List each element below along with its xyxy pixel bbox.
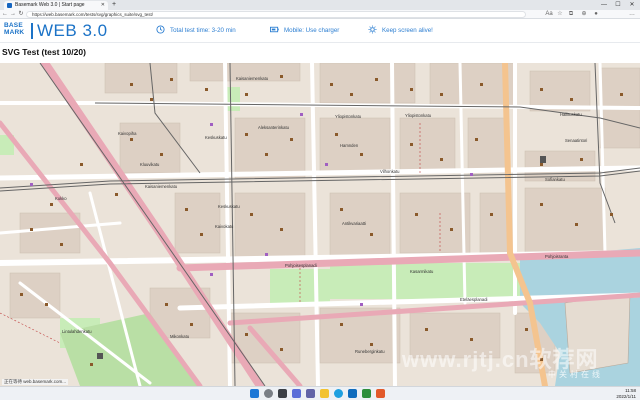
page-title: SVG Test (test 10/20) [2, 47, 86, 57]
street-label: Hallituskatu [560, 112, 582, 117]
search-icon[interactable] [264, 389, 273, 398]
street-label: Kaisaniemenkatu [145, 184, 178, 189]
logo-divider [31, 23, 33, 39]
street-label: Keskuskatu [205, 135, 227, 140]
new-tab-button[interactable]: + [112, 0, 116, 10]
read-aloud-icon[interactable]: Aa [545, 10, 553, 19]
browser-tab[interactable]: Basemark Web 3.0 | Start page ✕ [4, 1, 108, 10]
clock-date: 2022/1/11 [616, 394, 636, 399]
street-label: Vilhonkatu [380, 169, 400, 174]
taskbar: 11:58 2022/1/11 [0, 386, 640, 400]
start-button-icon[interactable] [250, 389, 259, 398]
store-icon[interactable] [348, 389, 357, 398]
charger-info: Mobile: Use charger [270, 25, 339, 37]
test-time-info: Total test time: 3-20 min [156, 25, 236, 37]
street-label: Sofiankatu [545, 177, 565, 182]
extensions-icon[interactable]: ⊕ [580, 10, 588, 19]
app-icon[interactable] [362, 389, 371, 398]
reload-button[interactable]: ↻ [17, 10, 25, 19]
street-label: Yliopistonkatu [405, 113, 432, 118]
profile-icon[interactable]: ● [592, 10, 600, 19]
street-label: Eteläesplanadi [460, 297, 488, 302]
widgets-icon[interactable] [292, 389, 301, 398]
city-map: Kaisaniemenkatu Yliopistonkatu Yliopisto… [0, 63, 640, 386]
tab-strip: Basemark Web 3.0 | Start page ✕ + — ☐ ✕ [0, 0, 640, 10]
street-label: Kaivopiha [118, 131, 137, 136]
back-button[interactable]: ← [1, 10, 9, 19]
street-label: Kaisaniemenkatu [236, 76, 269, 81]
minimize-button[interactable]: — [598, 0, 610, 10]
street-label: Kasarmikatu [410, 269, 434, 274]
battery-icon [270, 26, 279, 33]
forward-button[interactable]: → [9, 10, 17, 19]
file-explorer-icon[interactable] [320, 389, 329, 398]
street-label: Lintulahdenkatu [62, 329, 92, 334]
watermark-text: www.rjtj.cn软荐网 [402, 347, 599, 372]
app-icon[interactable] [376, 389, 385, 398]
chat-icon[interactable] [306, 389, 315, 398]
street-label: Pohjoisranta [545, 254, 569, 259]
edge-browser-icon[interactable] [334, 389, 343, 398]
street-label: Mikonkatu [170, 334, 190, 339]
basemark-logo: BASE MARK [4, 22, 30, 36]
product-logo: WEB 3.0 [37, 21, 108, 40]
tab-favicon-icon [7, 3, 12, 8]
screen-text: Keep screen alive! [382, 27, 433, 34]
charger-text: Mobile: Use charger [284, 27, 340, 34]
street-label: Kaivokatu [215, 224, 234, 229]
svg-map-canvas: Kaisaniemenkatu Yliopistonkatu Yliopisto… [0, 63, 640, 386]
logo-bottom-text: MARK [4, 29, 25, 36]
street-label: Hamnden [340, 143, 359, 148]
benchmark-header: BASE MARK WEB 3.0 Total test time: 3-20 … [0, 19, 640, 43]
street-label: Kluuvikatu [140, 162, 160, 167]
clock-icon [156, 25, 165, 34]
screen-info: Keep screen alive! [368, 25, 433, 37]
collections-icon[interactable]: ⧉ [567, 10, 575, 19]
url-input[interactable]: https://web.basemark.com/tests/svg/graph… [26, 11, 526, 18]
sun-icon [368, 25, 377, 34]
street-label: Pohjoisesplanadi [285, 263, 317, 268]
street-label: Aleksanterinkatu [258, 125, 290, 130]
address-bar-row: ← → ↻ https://web.basemark.com/tests/svg… [0, 10, 640, 19]
street-label: Keskuskatu [218, 204, 240, 209]
watermark-subtext: 中关村在线 [548, 370, 603, 379]
street-label: Senaatintori [565, 138, 587, 143]
favorites-star-icon[interactable]: ☆ [556, 10, 564, 19]
tab-title: Basemark Web 3.0 | Start page [15, 2, 85, 8]
street-label: Runeberginkatu [355, 349, 385, 354]
street-label: Kukko [55, 196, 67, 201]
tab-close-icon[interactable]: ✕ [101, 1, 105, 10]
browser-status-text: 正在等待 web.basemark.com... [2, 379, 69, 385]
task-view-icon[interactable] [278, 389, 287, 398]
test-time-text: Total test time: 3-20 min [170, 27, 236, 34]
system-clock[interactable]: 11:58 2022/1/11 [616, 388, 636, 400]
maximize-button[interactable]: ☐ [612, 0, 624, 10]
settings-menu-icon[interactable]: … [628, 10, 636, 19]
logo-top-text: BASE [4, 22, 23, 29]
browser-window: Basemark Web 3.0 | Start page ✕ + — ☐ ✕ … [0, 0, 640, 400]
street-label: Antikvariaatti [342, 221, 366, 226]
street-label: Yliopistonkatu [335, 114, 362, 119]
close-window-button[interactable]: ✕ [626, 0, 638, 10]
